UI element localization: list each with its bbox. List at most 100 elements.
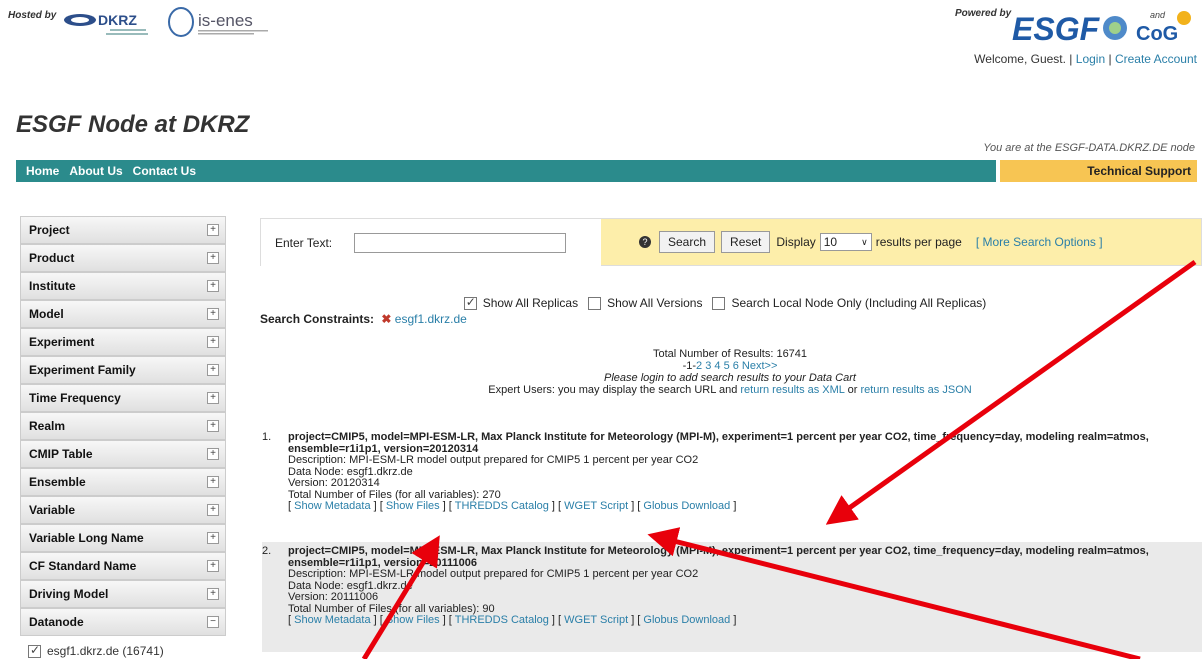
facet-label: Variable Long Name [29, 531, 144, 545]
nav-home[interactable]: Home [26, 164, 59, 178]
results-per-page-value: 10 [823, 235, 838, 249]
help-icon[interactable]: ? [639, 236, 651, 248]
facet-label: CMIP Table [29, 447, 93, 461]
search-local-label: Search Local Node Only (Including All Re… [731, 296, 987, 310]
show-metadata-link[interactable]: Show Metadata [294, 500, 370, 512]
expand-icon[interactable]: + [207, 532, 219, 544]
expand-icon[interactable]: + [207, 308, 219, 320]
globus-download-link[interactable]: Globus Download [643, 614, 730, 626]
esgf-cog-logo[interactable]: ESGF and CoG [1012, 6, 1200, 48]
show-all-replicas-checkbox[interactable] [463, 295, 477, 310]
search-input[interactable] [354, 233, 567, 253]
facet-variable[interactable]: Variable + [20, 496, 226, 524]
result-number: 1. [262, 431, 272, 443]
facet-experiment[interactable]: Experiment + [20, 328, 226, 356]
show-all-replicas-label: Show All Replicas [482, 296, 579, 310]
thredds-catalog-link[interactable]: THREDDS Catalog [455, 500, 549, 512]
search-local-checkbox[interactable] [712, 296, 726, 310]
expand-icon[interactable]: + [207, 280, 219, 292]
chevron-down-icon: ∨ [861, 236, 868, 247]
dkrz-logo-text: DKRZ [98, 12, 137, 28]
constraint-value[interactable]: esgf1.dkrz.de [395, 312, 467, 326]
result-data-node: Data Node: esgf1.dkrz.de [288, 465, 413, 478]
dkrz-logo[interactable]: DKRZ [62, 6, 162, 38]
isenes-logo[interactable]: is-enes [166, 4, 326, 38]
facet-realm[interactable]: Realm + [20, 412, 226, 440]
facet-experiment-family[interactable]: Experiment Family + [20, 356, 226, 384]
result-number: 2. [262, 545, 272, 557]
expand-icon[interactable]: + [207, 560, 219, 572]
facet-ensemble[interactable]: Ensemble + [20, 468, 226, 496]
result-version: Version: 20120314 [288, 477, 380, 489]
isenes-logo-text: is-enes [198, 11, 253, 30]
search-constraints: Search Constraints: ✖ esgf1.dkrz.de [260, 312, 1200, 326]
expand-icon[interactable]: + [207, 476, 219, 488]
facet-project[interactable]: Project + [20, 216, 226, 244]
powered-by-label: Powered by [955, 8, 1012, 19]
globus-download-link[interactable]: Globus Download [643, 500, 730, 512]
results-summary: Total Number of Results: 16741 -1-2 3 4 … [260, 348, 1200, 396]
wget-script-link[interactable]: WGET Script [564, 614, 628, 626]
wget-script-link[interactable]: WGET Script [564, 500, 628, 512]
welcome-text: Welcome, Guest. [974, 52, 1066, 66]
cog-and-text: and [1150, 10, 1166, 20]
separator: | [1105, 52, 1115, 66]
expand-icon[interactable]: + [207, 504, 219, 516]
facet-time-frequency[interactable]: Time Frequency + [20, 384, 226, 412]
create-account-link[interactable]: Create Account [1115, 52, 1197, 66]
results-per-page-select[interactable]: 10 ∨ [819, 233, 872, 251]
expert-text: Expert Users: you may display the search… [488, 384, 741, 396]
facet-cf-standard-name[interactable]: CF Standard Name + [20, 552, 226, 580]
facet-label: Time Frequency [29, 391, 121, 405]
cog-logo-text: CoG [1136, 23, 1178, 45]
expand-icon[interactable]: + [207, 420, 219, 432]
facet-label: Project [29, 223, 70, 237]
result-description: Description: MPI-ESM-LR model output pre… [288, 568, 699, 580]
technical-support-link[interactable]: Technical Support [1000, 160, 1197, 182]
facet-variable-long-name[interactable]: Variable Long Name + [20, 524, 226, 552]
constraints-label: Search Constraints: [260, 312, 375, 326]
facet-product[interactable]: Product + [20, 244, 226, 272]
more-search-options-link[interactable]: [ More Search Options ] [976, 235, 1103, 249]
facet-driving-model[interactable]: Driving Model + [20, 580, 226, 608]
facet-model[interactable]: Model + [20, 300, 226, 328]
search-button[interactable]: Search [659, 231, 716, 253]
main-nav: Home About Us Contact Us [16, 160, 996, 182]
show-all-versions-checkbox[interactable] [588, 296, 602, 310]
expand-icon[interactable]: + [207, 364, 219, 376]
reset-button[interactable]: Reset [721, 231, 771, 253]
result-data-node: Data Node: esgf1.dkrz.de [288, 579, 413, 592]
show-metadata-link[interactable]: Show Metadata [294, 614, 370, 626]
facet-datanode[interactable]: Datanode − [20, 608, 226, 636]
thredds-catalog-link[interactable]: THREDDS Catalog [455, 614, 549, 626]
result-item: 1. project=CMIP5, model=MPI-ESM-LR, Max … [262, 428, 1202, 542]
login-link[interactable]: Login [1076, 52, 1105, 66]
collapse-icon[interactable]: − [207, 616, 219, 628]
pagination: -1-2 3 4 5 6 Next>> [260, 360, 1200, 372]
node-note: You are at the ESGF-DATA.DKRZ.DE node [983, 142, 1195, 154]
json-link[interactable]: return results as JSON [860, 384, 971, 396]
show-files-link[interactable]: Show Files [386, 500, 440, 512]
result-links: [ Show Metadata ] [ Show Files ] [ THRED… [288, 614, 737, 626]
expand-icon[interactable]: + [207, 448, 219, 460]
expert-note: Expert Users: you may display the search… [260, 384, 1200, 396]
facet-label: Model [29, 307, 64, 321]
expand-icon[interactable]: + [207, 224, 219, 236]
nav-about[interactable]: About Us [69, 164, 122, 178]
result-item: 2. project=CMIP5, model=MPI-ESM-LR, Max … [262, 542, 1202, 652]
hosted-by-label: Hosted by [8, 10, 57, 21]
show-files-link[interactable]: Show Files [386, 614, 440, 626]
datanode-checkbox[interactable] [28, 643, 41, 658]
page-links[interactable]: 2 3 4 5 6 Next>> [696, 360, 777, 372]
remove-constraint-icon[interactable]: ✖ [381, 312, 391, 326]
page-title: ESGF Node at DKRZ [16, 111, 250, 138]
expand-icon[interactable]: + [207, 252, 219, 264]
xml-link[interactable]: return results as XML [740, 384, 844, 396]
expand-icon[interactable]: + [207, 392, 219, 404]
facet-cmip-table[interactable]: CMIP Table + [20, 440, 226, 468]
datanode-option[interactable]: esgf1.dkrz.de (16741) [20, 636, 226, 658]
nav-contact[interactable]: Contact Us [133, 164, 196, 178]
expand-icon[interactable]: + [207, 588, 219, 600]
expand-icon[interactable]: + [207, 336, 219, 348]
facet-institute[interactable]: Institute + [20, 272, 226, 300]
